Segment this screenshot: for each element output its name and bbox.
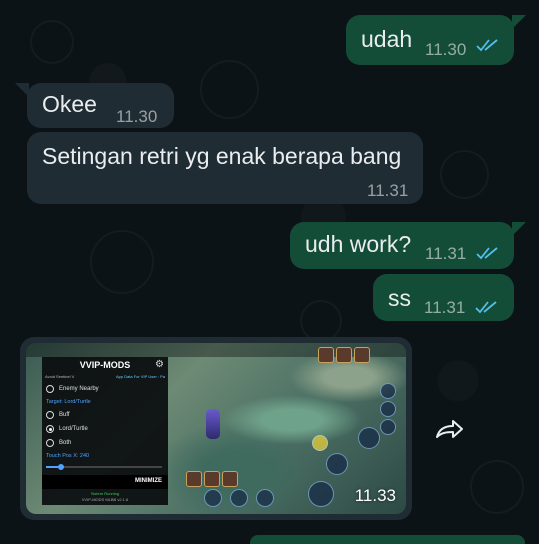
double-check-icon: [475, 293, 499, 321]
message-time: 11.33: [354, 486, 396, 505]
message-bubble-media[interactable]: VVIP-MODS ⚙ Avoid Sentinel V App Data Fo…: [20, 337, 412, 520]
hero-character: [206, 409, 220, 439]
hero-portrait-icon: [318, 347, 334, 363]
mod-menu-user-info: App Data For VIP User : Pa: [115, 374, 165, 379]
minimize-button[interactable]: MINIMIZE: [135, 478, 162, 484]
minimize-bar: MINIMIZE: [42, 475, 168, 489]
radio-selected-icon: [46, 425, 54, 433]
game-screenshot-image[interactable]: VVIP-MODS ⚙ Avoid Sentinel V App Data Fo…: [26, 343, 406, 514]
option-label: Buff: [59, 412, 70, 418]
spell-button-icon: [256, 489, 274, 507]
option-lord-turtle[interactable]: Lord/Turtle: [46, 425, 88, 433]
message-bubble-outgoing[interactable]: udh work? 11.31: [290, 222, 514, 269]
message-text: Setingan retri yg enak berapa bang: [42, 143, 402, 169]
hero-portrait-icon: [186, 471, 202, 487]
attack-button-icon: [308, 481, 334, 507]
message-bubble-outgoing[interactable]: udah 11.30: [346, 15, 514, 65]
option-label: Enemy Nearby: [59, 386, 99, 392]
system-status: Sistem Running: [90, 491, 120, 496]
skill-button-icon: [380, 401, 396, 417]
message-time: 11.31: [425, 244, 467, 263]
touch-pos-slider[interactable]: [46, 464, 162, 470]
gear-icon[interactable]: ⚙: [155, 359, 164, 370]
message-text: Okee: [42, 91, 97, 117]
option-both[interactable]: Both: [46, 439, 71, 447]
mod-menu-subtitle: Avoid Sentinel V: [45, 374, 75, 379]
radio-icon: [46, 439, 54, 447]
hero-portrait-icon: [204, 471, 220, 487]
hero-portrait-icon: [222, 471, 238, 487]
skill-button-icon: [358, 427, 380, 449]
bubble-tail: [512, 15, 526, 29]
spell-button-icon: [204, 489, 222, 507]
next-message-bubble-partial: [250, 535, 525, 544]
target-label: Target: Lord/Turtle: [46, 399, 91, 405]
option-enemy-nearby[interactable]: Enemy Nearby: [46, 385, 99, 393]
message-text: udh work?: [305, 231, 412, 257]
mod-menu-title: VVIP-MODS: [79, 360, 131, 370]
radio-icon: [46, 411, 54, 419]
hero-portrait-icon: [354, 347, 370, 363]
message-bubble-incoming[interactable]: Setingan retri yg enak berapa bang 11.31: [27, 132, 423, 204]
message-text: udah: [361, 26, 413, 52]
bubble-tail: [15, 83, 29, 97]
forward-icon[interactable]: [428, 408, 472, 452]
message-time: 11.31: [367, 181, 409, 200]
message-time: 11.31: [424, 298, 466, 317]
double-check-icon: [476, 35, 500, 63]
bubble-tail: [512, 222, 526, 236]
touch-pos-label: Touch Pos X: 240: [46, 453, 90, 459]
message-bubble-outgoing[interactable]: ss 11.31: [373, 274, 514, 321]
option-label: Both: [59, 440, 72, 446]
message-text: ss: [388, 285, 411, 311]
message-time: 11.30: [425, 40, 467, 59]
skill-button-icon: [326, 453, 348, 475]
skill-button-icon: [380, 383, 396, 399]
slider-knob[interactable]: [58, 464, 64, 470]
option-label: Lord/Turtle: [59, 426, 88, 432]
mod-menu-panel: VVIP-MODS ⚙ Avoid Sentinel V App Data Fo…: [42, 357, 168, 505]
double-check-icon: [476, 239, 500, 267]
spell-button-icon: [230, 489, 248, 507]
message-time: 11.30: [116, 107, 158, 126]
skill-button-icon: [312, 435, 328, 451]
version-label: VVIP-MODS MLBB v2.1.6: [81, 497, 129, 502]
radio-icon: [46, 385, 54, 393]
message-bubble-incoming[interactable]: Okee 11.30: [27, 83, 174, 128]
option-buff[interactable]: Buff: [46, 411, 70, 419]
hero-portrait-icon: [336, 347, 352, 363]
skill-button-icon: [380, 419, 396, 435]
